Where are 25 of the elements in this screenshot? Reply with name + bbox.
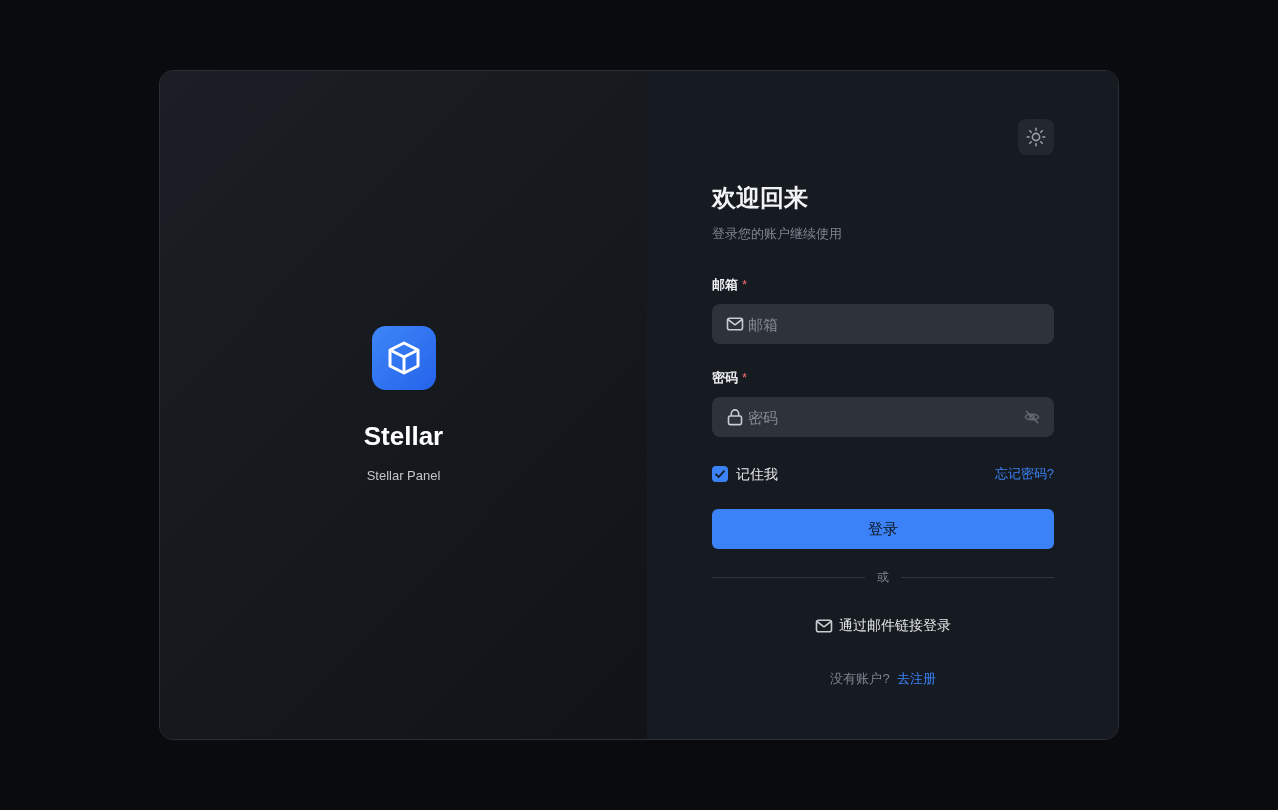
field-label: 邮箱 xyxy=(712,276,738,294)
lock-icon xyxy=(726,408,744,426)
welcome-heading: 欢迎回来 xyxy=(712,183,809,213)
remember-label[interactable]: 记住我 xyxy=(736,464,778,484)
mail-icon xyxy=(726,315,744,333)
login-button[interactable]: 登录 xyxy=(712,509,1054,549)
brand-name: Stellar xyxy=(363,419,444,452)
sun-icon xyxy=(1026,127,1046,147)
remember-checkbox[interactable] xyxy=(712,466,728,482)
theme-toggle-button[interactable] xyxy=(1018,119,1054,155)
forgot-password-link[interactable]: 忘记密码? xyxy=(994,464,1054,484)
brand-subtitle: Stellar Panel xyxy=(366,466,441,485)
email-link-login-button[interactable]: 通过邮件链接登录 xyxy=(815,614,951,638)
required-mark: * xyxy=(742,276,748,294)
welcome-subtitle: 登录您的账户继续使用 xyxy=(712,225,843,243)
field-label: 密码 xyxy=(712,369,738,387)
cube-logo-icon xyxy=(371,325,436,390)
password-field[interactable]: 密码 xyxy=(712,397,1054,437)
required-mark: * xyxy=(742,369,748,387)
mail-icon xyxy=(815,617,833,635)
eye-off-icon[interactable] xyxy=(1024,409,1040,425)
register-prompt: 没有账户? xyxy=(830,670,890,688)
register-link[interactable]: 去注册 xyxy=(896,669,936,689)
email-field[interactable]: 邮箱 xyxy=(712,304,1054,344)
divider-text: 或 xyxy=(877,569,889,586)
